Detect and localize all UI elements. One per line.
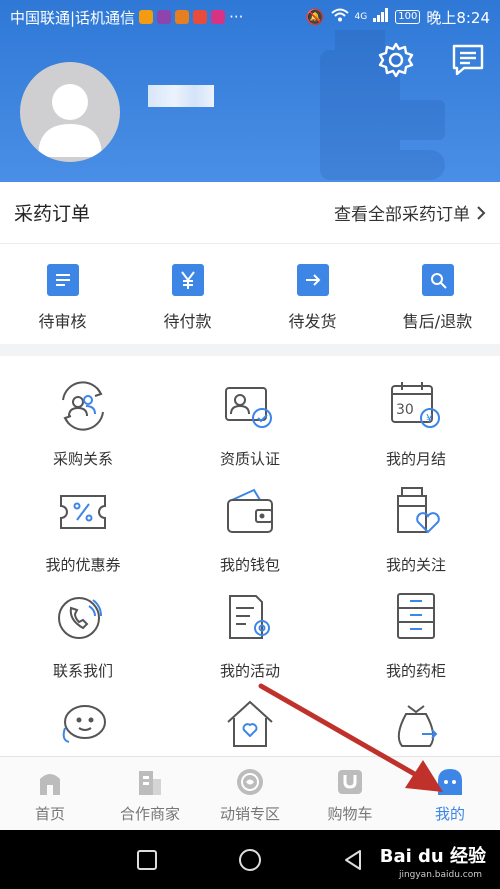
tab-home[interactable]: 首页 (0, 757, 100, 830)
calendar-icon: 30 ¥ (391, 382, 440, 428)
status-bar: 中国联通|话机通信 ··· 🔕 4G 100 晚上8:24 (0, 0, 500, 34)
order-pending-payment[interactable]: 待付款 (125, 244, 250, 344)
chevron-right-icon (477, 205, 486, 220)
tab-mine[interactable]: 我的 (400, 757, 500, 830)
tab-label: 我的 (434, 805, 465, 823)
feature-label: 我的优惠券 (45, 556, 121, 574)
feature-label: 我的钱包 (219, 556, 280, 574)
watermark-url: jingyan.baidu.com (398, 870, 482, 880)
app-notification-icon (157, 10, 172, 24)
recents-button[interactable] (136, 849, 158, 871)
feature-label: 资质认证 (219, 450, 280, 468)
back-button[interactable] (342, 849, 364, 871)
order-pending-shipment[interactable]: 待发货 (250, 244, 375, 344)
app-notification-icon (175, 10, 190, 24)
chat-icon (62, 705, 106, 743)
app-notification-icon (211, 10, 226, 24)
orders-title: 采药订单 (14, 203, 91, 225)
tab-partner-merchants[interactable]: 合作商家 (100, 757, 200, 830)
feature-label: 采购关系 (52, 450, 113, 468)
features-grid: 采购关系 资质认证 30 ¥ 我的月结 我的优惠券 我的钱包 我的关注 联系我们… (0, 356, 500, 756)
gear-icon (378, 42, 414, 78)
carrier-text: 中国联通|话机通信 (10, 8, 136, 27)
feature-chat[interactable] (0, 696, 166, 752)
yen-icon (171, 264, 204, 296)
tab-label: 动销专区 (219, 805, 280, 823)
feature-label: 联系我们 (52, 662, 113, 680)
order-pending-review[interactable]: 待审核 (0, 244, 125, 344)
follow-icon (397, 487, 440, 534)
relation-icon (62, 381, 104, 431)
profile-header: 中国联通|话机通信 ··· 🔕 4G 100 晚上8:24 (0, 0, 500, 182)
bag-icon (397, 705, 438, 747)
phone-icon (58, 597, 102, 639)
feature-coupon[interactable]: 我的优惠券 (0, 484, 166, 575)
bottom-tab-bar: 首页 合作商家 动销专区 购物车 我的 (0, 756, 500, 830)
username-redacted (148, 85, 214, 107)
feature-bag[interactable] (333, 696, 499, 752)
ship-arrow-icon (296, 264, 329, 296)
view-all-orders-label: 查看全部采药订单 (334, 205, 470, 225)
order-after-sales[interactable]: 售后/退款 (375, 244, 500, 344)
orders-section: 采药订单 查看全部采药订单 待审核 待付款 待发货 售后/退款 (0, 182, 500, 344)
wifi-icon (330, 8, 349, 26)
watermark-text: Bai du 经验 (379, 846, 486, 867)
feature-label: 我的关注 (385, 556, 446, 574)
message-button[interactable] (448, 40, 488, 80)
feature-contact-us[interactable]: 联系我们 (0, 590, 166, 681)
order-label: 待审核 (38, 312, 87, 331)
promo-icon (237, 769, 263, 795)
time-text: 晚上8:24 (426, 8, 490, 27)
network-text: 4G (354, 12, 368, 22)
cabinet-icon (397, 593, 435, 639)
feature-medicine-cabinet[interactable]: 我的药柜 (333, 590, 499, 681)
order-label: 售后/退款 (402, 312, 473, 331)
house-heart-icon (227, 700, 273, 747)
feature-label: 我的药柜 (385, 662, 446, 680)
feature-label: 我的月结 (385, 450, 446, 468)
wallet-icon (227, 488, 273, 533)
tab-label: 首页 (34, 805, 65, 823)
mute-icon: 🔕 (305, 8, 325, 26)
feature-monthly-settlement[interactable]: 30 ¥ 我的月结 (333, 378, 499, 469)
avatar[interactable] (20, 62, 120, 162)
activity-icon (229, 595, 270, 639)
feature-home-care[interactable] (167, 696, 333, 752)
app-notification-icon (139, 10, 154, 24)
default-avatar-icon (38, 84, 102, 157)
battery-icon: 100 (395, 10, 421, 24)
order-label: 待发货 (288, 312, 337, 331)
tab-cart[interactable]: 购物车 (300, 757, 400, 830)
tab-promo-zone[interactable]: 动销专区 (200, 757, 300, 830)
message-icon (452, 44, 484, 76)
app-notification-icon (193, 10, 208, 24)
settings-button[interactable] (376, 40, 416, 80)
tab-label: 购物车 (327, 805, 373, 823)
certificate-icon (225, 387, 272, 428)
feature-wallet[interactable]: 我的钱包 (167, 484, 333, 575)
calendar-day-text: 30 (396, 402, 414, 418)
home-button[interactable] (238, 848, 262, 872)
feature-qualification[interactable]: 资质认证 (167, 378, 333, 469)
home-icon (40, 774, 60, 795)
profile-icon (438, 769, 462, 795)
wrench-icon (421, 264, 454, 296)
signal-icon (373, 8, 389, 26)
feature-label: 我的活动 (219, 662, 280, 680)
svg-text:¥: ¥ (426, 412, 433, 425)
cart-icon (338, 770, 362, 794)
tab-label: 合作商家 (119, 805, 180, 823)
feature-purchase-relation[interactable]: 采购关系 (0, 378, 166, 469)
feature-activity[interactable]: 我的活动 (167, 590, 333, 681)
feature-follow[interactable]: 我的关注 (333, 484, 499, 575)
review-icon (46, 264, 79, 296)
view-all-orders-link[interactable]: 查看全部采药订单 (334, 200, 486, 225)
coupon-icon (60, 495, 106, 529)
order-label: 待付款 (163, 312, 212, 331)
merchant-icon (139, 771, 161, 795)
more-notifications-icon: ··· (229, 8, 244, 26)
